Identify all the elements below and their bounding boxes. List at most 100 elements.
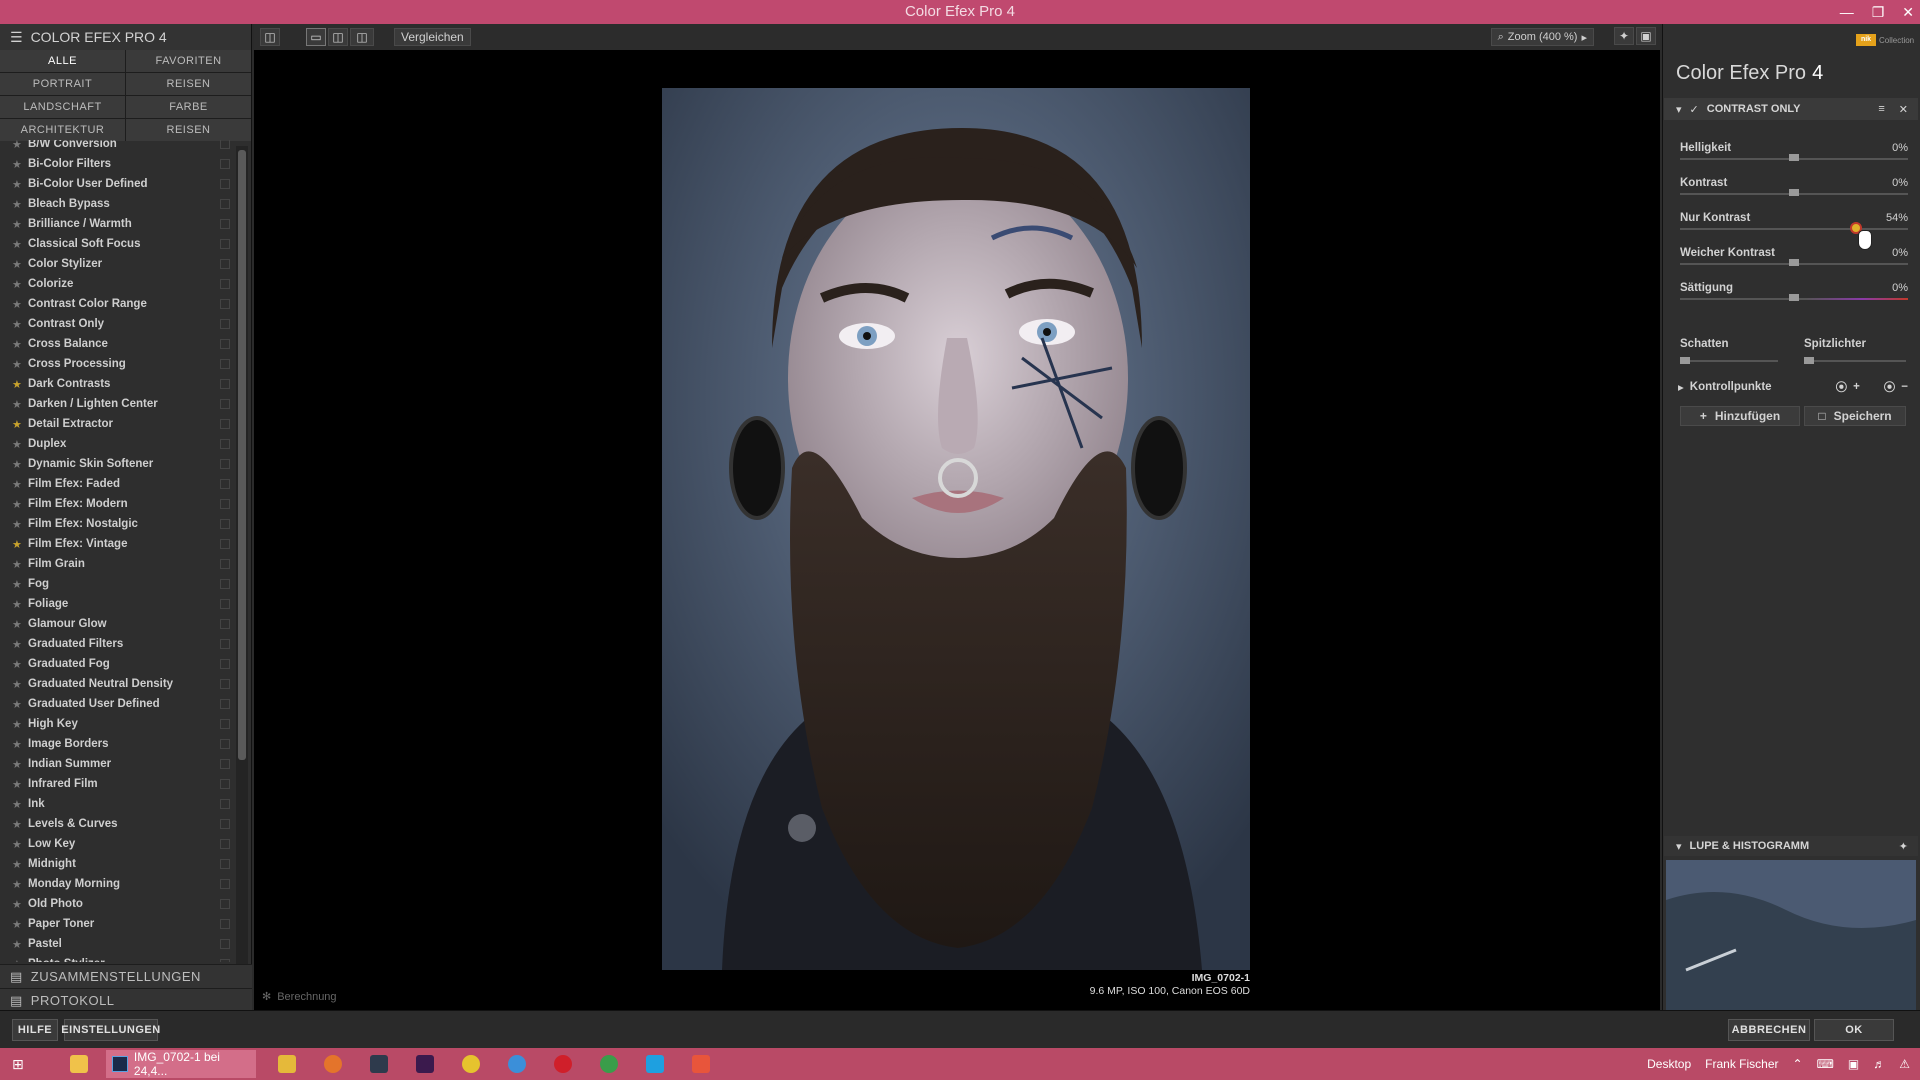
network-icon[interactable]: ▣ [1848,1057,1859,1071]
filter-item[interactable]: ★ Photo Stylizer [0,954,236,962]
category-alle[interactable]: ALLE [0,50,125,72]
filter-options-icon[interactable] [220,339,230,349]
favorite-star-icon[interactable]: ★ [12,518,24,531]
filter-item[interactable]: ★ Ink [0,794,236,814]
filter-options-icon[interactable] [220,599,230,609]
filter-item[interactable]: ★ Old Photo [0,894,236,914]
slider-helligkeit[interactable]: Helligkeit 0% [1678,138,1908,172]
filter-item[interactable]: ★ Dynamic Skin Softener [0,454,236,474]
presets-section[interactable]: ▤ ZUSAMMENSTELLUNGEN [0,964,252,988]
filter-options-icon[interactable] [220,859,230,869]
filter-item[interactable]: ★ Bi-Color User Defined [0,174,236,194]
collapse-icon[interactable]: ▾ [1676,103,1682,116]
favorite-star-icon[interactable]: ★ [12,538,24,551]
fullscreen-button[interactable]: ▣ [1636,27,1656,45]
slider-thumb[interactable] [1789,154,1799,161]
filter-item[interactable]: ★ Graduated Neutral Density [0,674,236,694]
filter-item[interactable]: ★ Contrast Color Range [0,294,236,314]
filter-item[interactable]: ★ Contrast Only [0,314,236,334]
zoom-control[interactable]: ⌕ Zoom (400 %) ▸ [1490,28,1594,46]
favorite-star-icon[interactable]: ★ [12,498,24,511]
restore-icon[interactable]: ❐ [1872,0,1885,24]
filter-options-icon[interactable] [220,419,230,429]
favorite-star-icon[interactable]: ★ [12,678,24,691]
filter-options-icon[interactable] [220,499,230,509]
app-icon-3[interactable] [508,1055,526,1073]
slider-nur-kontrast[interactable]: Nur Kontrast 54% [1678,208,1908,250]
favorite-star-icon[interactable]: ★ [12,698,24,711]
loupe-toggle-button[interactable]: ✦ [1614,27,1634,45]
filter-item[interactable]: ★ Graduated Filters [0,634,236,654]
category-architektur[interactable]: ARCHITEKTUR [0,119,125,141]
category-favoriten[interactable]: FAVORITEN [126,50,251,72]
filter-item[interactable]: ★ Graduated Fog [0,654,236,674]
filter-item[interactable]: ★ Monday Morning [0,874,236,894]
favorite-star-icon[interactable]: ★ [12,598,24,611]
filter-header[interactable]: ▾ ✓ CONTRAST ONLY ≡ ✕ [1664,98,1918,120]
filter-options-icon[interactable] [220,879,230,889]
filter-item[interactable]: ★ Detail Extractor [0,414,236,434]
favorite-star-icon[interactable]: ★ [12,858,24,871]
shadows-track[interactable] [1680,360,1778,362]
favorite-star-icon[interactable]: ★ [12,798,24,811]
cancel-button[interactable]: ABBRECHEN [1728,1019,1810,1041]
side-by-side-button[interactable]: ◫ [350,28,374,46]
filter-item[interactable]: ★ Duplex [0,434,236,454]
filter-options-icon[interactable] [220,140,230,149]
filter-options-icon[interactable] [220,699,230,709]
favorite-star-icon[interactable]: ★ [12,438,24,451]
filter-options-icon[interactable] [220,379,230,389]
history-section[interactable]: ▤ PROTOKOLL [0,988,252,1012]
desktop-label[interactable]: Desktop [1647,1057,1691,1071]
split-view-button[interactable]: ◫ [328,28,348,46]
filter-item[interactable]: ★ Graduated User Defined [0,694,236,714]
favorite-star-icon[interactable]: ★ [12,878,24,891]
windows-start-icon[interactable]: ⊞ [12,1055,30,1073]
filter-item[interactable]: ★ Brilliance / Warmth [0,214,236,234]
app-icon-1[interactable] [278,1055,296,1073]
add-filter-button[interactable]: + Hinzufügen [1680,406,1800,426]
chrome-icon[interactable] [600,1055,618,1073]
favorite-star-icon[interactable]: ★ [12,318,24,331]
favorite-star-icon[interactable]: ★ [12,918,24,931]
slider-thumb[interactable] [1789,259,1799,266]
app-icon-4[interactable] [692,1055,710,1073]
slider-weicher-kontrast[interactable]: Weicher Kontrast 0% [1678,243,1908,277]
minimize-icon[interactable]: — [1840,0,1854,24]
favorite-star-icon[interactable]: ★ [12,158,24,171]
favorite-star-icon[interactable]: ★ [12,898,24,911]
enabled-check-icon[interactable]: ✓ [1690,103,1699,116]
filter-item[interactable]: ★ Bi-Color Filters [0,154,236,174]
filter-options-icon[interactable] [220,159,230,169]
keyboard-icon[interactable]: ⌨ [1817,1057,1834,1071]
filter-item[interactable]: ★ Fog [0,574,236,594]
filter-options-icon[interactable] [220,739,230,749]
filter-item[interactable]: ★ Glamour Glow [0,614,236,634]
filter-options-icon[interactable] [220,579,230,589]
file-explorer-icon[interactable] [70,1055,88,1073]
favorite-star-icon[interactable]: ★ [12,198,24,211]
slider-thumb[interactable] [1789,294,1799,301]
favorite-star-icon[interactable]: ★ [12,398,24,411]
filter-options-icon[interactable] [220,779,230,789]
filter-options-icon[interactable] [220,819,230,829]
filter-options-icon[interactable] [220,199,230,209]
slider-track[interactable] [1680,228,1908,230]
filter-item[interactable]: ★ Midnight [0,854,236,874]
favorite-star-icon[interactable]: ★ [12,558,24,571]
filter-options-icon[interactable] [220,639,230,649]
filter-options-icon[interactable] [220,839,230,849]
chevron-up-icon[interactable]: ⌃ [1793,1057,1803,1071]
favorite-star-icon[interactable]: ★ [12,818,24,831]
category-portrait[interactable]: PORTRAIT [0,73,125,95]
compare-button[interactable]: Vergleichen [394,28,471,46]
filter-item[interactable]: ★ Film Efex: Nostalgic [0,514,236,534]
filter-item[interactable]: ★ Bleach Bypass [0,194,236,214]
favorite-star-icon[interactable]: ★ [12,938,24,951]
volume-icon[interactable]: ♬ [1873,1057,1885,1071]
filter-item[interactable]: ★ Color Stylizer [0,254,236,274]
filter-item[interactable]: ★ Classical Soft Focus [0,234,236,254]
favorite-star-icon[interactable]: ★ [12,578,24,591]
filter-list-scroll-thumb[interactable] [238,150,246,760]
close-icon[interactable]: ✕ [1902,0,1914,24]
